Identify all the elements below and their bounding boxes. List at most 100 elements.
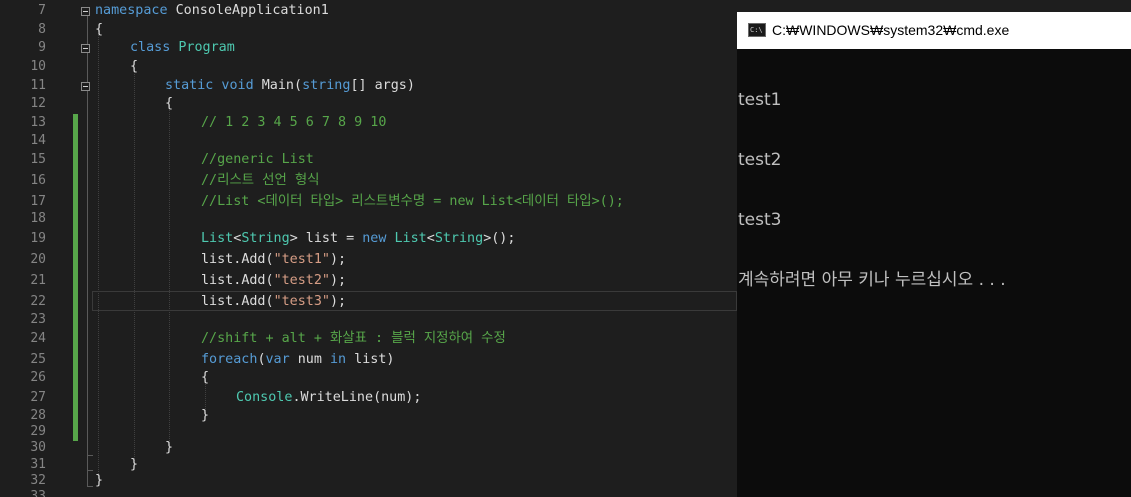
line-number: 23 — [30, 312, 46, 327]
code-line: foreach(var num in list) — [201, 351, 395, 369]
line-number: 7 — [38, 3, 46, 18]
code-comment: //shift + alt + 화살표 : 블럭 지정하여 수정 — [201, 331, 506, 346]
line-number: 14 — [30, 133, 46, 148]
line-number: 30 — [30, 440, 46, 455]
punctuation: ); — [330, 294, 347, 309]
method-name: WriteLine — [300, 390, 374, 405]
type-name: Program — [170, 40, 235, 55]
method-name: Main — [253, 78, 294, 93]
console-line: test3 — [738, 210, 782, 230]
keyword: static — [165, 78, 214, 93]
punctuation: ); — [330, 273, 347, 288]
code-line: } — [165, 440, 174, 455]
keyword: foreach — [201, 352, 258, 367]
keyword: namespace — [95, 3, 168, 18]
keyword: string — [302, 78, 351, 93]
code-line: } — [130, 457, 139, 472]
identifier: list. — [201, 273, 242, 288]
cmd-icon: C:\ — [748, 23, 766, 37]
punctuation — [386, 231, 394, 246]
string-literal: "test2" — [273, 273, 330, 288]
code-line: { — [130, 59, 139, 74]
line-number: 17 — [30, 194, 46, 209]
code-line: } — [95, 473, 104, 488]
outline-end-mark — [87, 455, 93, 456]
punctuation: ( — [257, 352, 266, 367]
line-number: 33 — [30, 489, 46, 497]
console-output[interactable]: test1 test2 test3 계속하려면 아무 키나 누르십시오 . . … — [738, 50, 1131, 497]
indent-guide — [134, 68, 135, 463]
method-name: Add — [241, 294, 266, 309]
line-number: 21 — [30, 273, 46, 288]
keyword: void — [213, 78, 254, 93]
console-line: test1 — [738, 90, 782, 110]
change-indicator-bar — [73, 114, 78, 441]
code-comment: //generic List — [201, 152, 314, 167]
line-number: 24 — [30, 331, 46, 346]
line-number: 26 — [30, 370, 46, 385]
line-number: 12 — [30, 96, 46, 111]
line-number: 18 — [30, 211, 46, 226]
code-line: { — [201, 370, 210, 385]
punctuation: list) — [346, 352, 395, 367]
line-number: 11 — [30, 78, 46, 93]
console-title-bar[interactable]: C:\ C:₩WINDOWS₩system32₩cmd.exe — [737, 12, 1131, 49]
punctuation: . — [292, 390, 301, 405]
collapse-toggle-icon[interactable] — [81, 7, 90, 16]
punctuation: >(); — [483, 231, 516, 246]
console-line: 계속하려면 아무 키나 누르십시오 . . . — [738, 270, 1006, 290]
identifier: list. — [201, 252, 242, 267]
line-number: 20 — [30, 252, 46, 267]
indent-guide — [98, 30, 99, 480]
console-title: C:₩WINDOWS₩system32₩cmd.exe — [772, 22, 1010, 38]
code-line: list.Add("test1"); — [201, 251, 346, 269]
keyword: in — [330, 352, 347, 367]
line-number: 16 — [30, 173, 46, 188]
string-literal: "test3" — [273, 294, 330, 309]
punctuation: (num); — [373, 390, 422, 405]
code-comment: //List <데이터 타입> 리스트변수명 = new List<데이터 타입… — [201, 194, 624, 209]
line-number: 10 — [30, 59, 46, 74]
code-line: list.Add("test3"); — [201, 293, 346, 311]
indent-guide — [169, 105, 170, 445]
type-name: String — [241, 231, 290, 246]
line-number: 8 — [38, 22, 46, 37]
code-comment: // 1 2 3 4 5 6 7 8 9 10 — [201, 115, 387, 130]
line-number: 27 — [30, 390, 46, 405]
punctuation: [] args) — [350, 78, 415, 93]
code-line: { — [165, 96, 174, 111]
code-line: { — [95, 22, 104, 37]
code-editor[interactable]: 7 8 9 10 11 12 13 14 15 16 17 18 19 20 2… — [0, 0, 737, 497]
code-line: Console.WriteLine(num); — [236, 389, 421, 407]
punctuation: ( — [294, 78, 303, 93]
string-literal: "test1" — [273, 252, 330, 267]
code-line: list.Add("test2"); — [201, 272, 346, 290]
outline-end-mark — [87, 486, 93, 487]
identifier: num — [289, 352, 330, 367]
type-name: String — [434, 231, 484, 246]
collapse-toggle-icon[interactable] — [81, 82, 90, 91]
line-number: 19 — [30, 231, 46, 246]
current-line-highlight — [92, 291, 737, 311]
punctuation: ( — [265, 273, 274, 288]
code-line: static void Main(string[] args) — [165, 77, 415, 95]
punctuation: < — [426, 231, 435, 246]
console-window[interactable]: C:\ C:₩WINDOWS₩system32₩cmd.exe test1 te… — [737, 12, 1131, 497]
keyword: var — [265, 352, 290, 367]
type-name: List — [201, 231, 234, 246]
identifier: ConsoleApplication1 — [167, 3, 329, 18]
type-name: Console — [236, 390, 293, 405]
punctuation: ( — [265, 252, 274, 267]
type-name: List — [394, 231, 427, 246]
line-number: 13 — [30, 115, 46, 130]
outline-end-mark — [87, 470, 93, 471]
punctuation: ); — [330, 252, 347, 267]
punctuation: > list = — [289, 231, 363, 246]
method-name: Add — [241, 273, 266, 288]
code-line: List<String> list = new List<String>(); — [201, 230, 515, 248]
console-line: test2 — [738, 150, 782, 170]
method-name: Add — [241, 252, 266, 267]
line-number: 15 — [30, 152, 46, 167]
identifier: list. — [201, 294, 242, 309]
collapse-toggle-icon[interactable] — [81, 44, 90, 53]
